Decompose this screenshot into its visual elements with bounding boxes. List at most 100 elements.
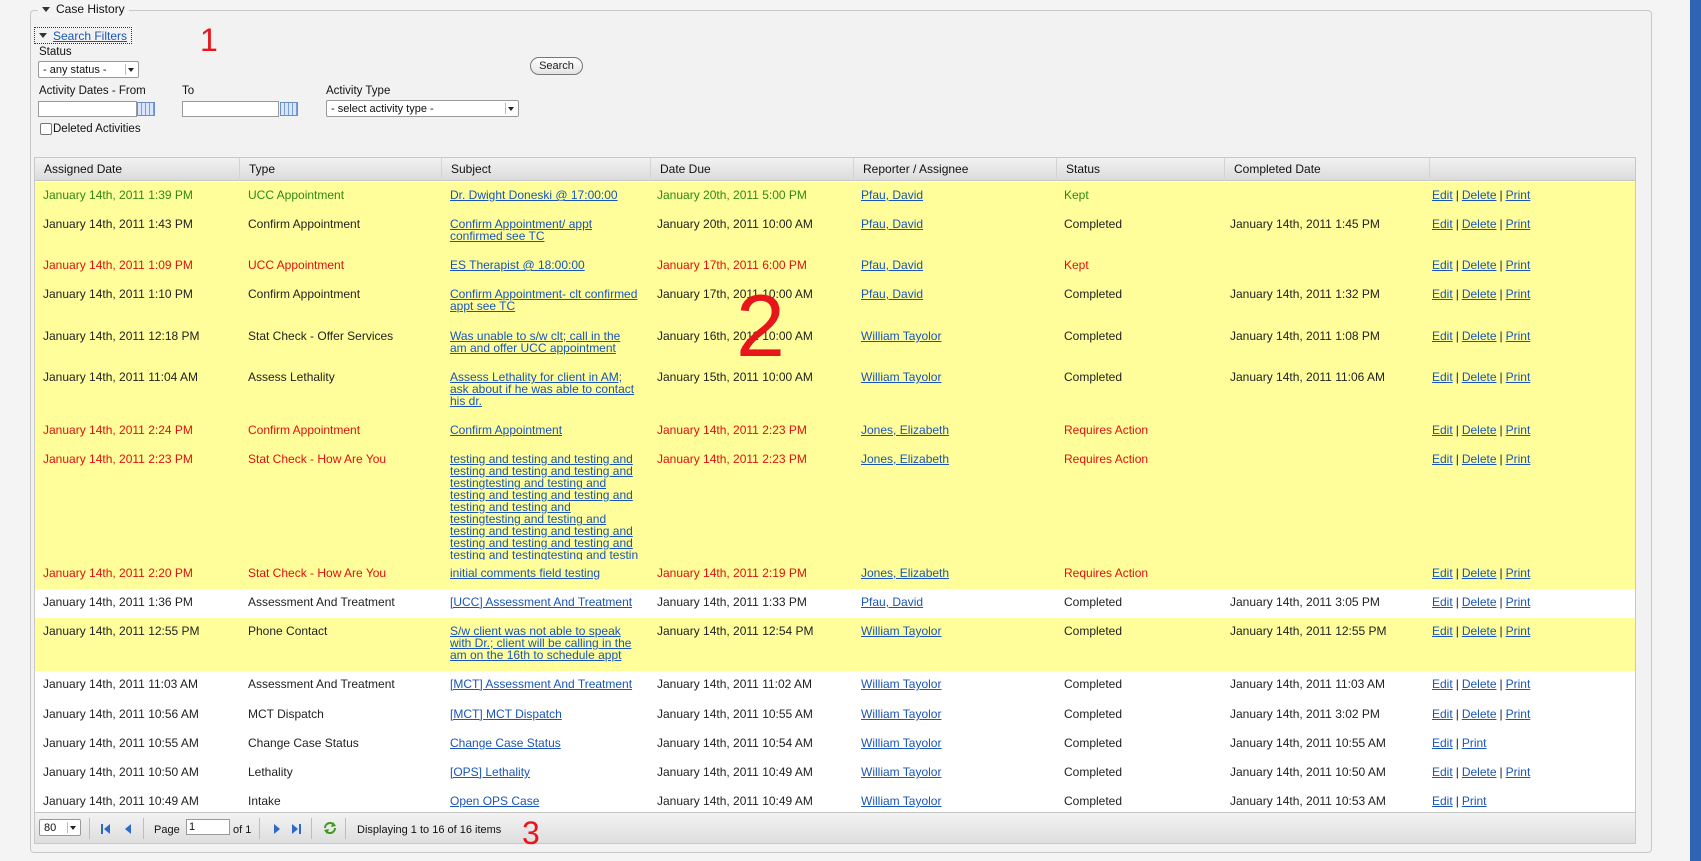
delete-link[interactable]: Delete bbox=[1462, 566, 1497, 580]
date-to-input[interactable] bbox=[182, 101, 279, 117]
reporter-link[interactable]: Pfau, David bbox=[861, 596, 923, 608]
calendar-icon[interactable] bbox=[280, 102, 298, 116]
print-link[interactable]: Print bbox=[1462, 736, 1487, 750]
reporter-link[interactable]: William Tayolor bbox=[861, 766, 941, 778]
subject-link[interactable]: Change Case Status bbox=[450, 737, 640, 749]
print-link[interactable]: Print bbox=[1506, 188, 1531, 202]
delete-link[interactable]: Delete bbox=[1462, 677, 1497, 691]
edit-link[interactable]: Edit bbox=[1432, 423, 1453, 437]
edit-link[interactable]: Edit bbox=[1432, 736, 1453, 750]
delete-link[interactable]: Delete bbox=[1462, 258, 1497, 272]
print-link[interactable]: Print bbox=[1506, 566, 1531, 580]
subject-link[interactable]: [OPS] Lethality bbox=[450, 766, 640, 778]
subject-link[interactable]: Assess Lethality for client in AM; ask a… bbox=[450, 371, 640, 407]
reporter-link[interactable]: Pfau, David bbox=[861, 218, 923, 230]
subject-link[interactable]: [UCC] Assessment And Treatment bbox=[450, 596, 640, 608]
subject-link[interactable]: [MCT] Assessment And Treatment bbox=[450, 678, 640, 690]
edit-link[interactable]: Edit bbox=[1432, 370, 1453, 384]
status-select[interactable]: - any status - bbox=[38, 61, 139, 78]
print-link[interactable]: Print bbox=[1506, 370, 1531, 384]
column-header-status[interactable]: Status bbox=[1057, 158, 1225, 181]
reporter-link[interactable]: Jones, Elizabeth bbox=[861, 424, 949, 436]
edit-link[interactable]: Edit bbox=[1432, 566, 1453, 580]
next-page-icon[interactable] bbox=[271, 823, 283, 835]
reporter-link[interactable]: William Tayolor bbox=[861, 330, 941, 342]
subject-link[interactable]: Was unable to s/w clt; call in the am an… bbox=[450, 330, 640, 354]
delete-link[interactable]: Delete bbox=[1462, 707, 1497, 721]
subject-link[interactable]: Confirm Appointment bbox=[450, 424, 640, 436]
subject-link[interactable]: Confirm Appointment- clt confirmed appt … bbox=[450, 288, 640, 312]
date-from-input[interactable] bbox=[38, 101, 137, 117]
activity-type-select[interactable]: - select activity type - bbox=[326, 100, 519, 117]
collapse-triangle-icon[interactable] bbox=[42, 6, 50, 12]
edit-link[interactable]: Edit bbox=[1432, 287, 1453, 301]
edit-link[interactable]: Edit bbox=[1432, 217, 1453, 231]
subject-link[interactable]: testing and testing and testing and test… bbox=[450, 453, 640, 561]
print-link[interactable]: Print bbox=[1506, 765, 1531, 779]
print-link[interactable]: Print bbox=[1506, 707, 1531, 721]
print-link[interactable]: Print bbox=[1506, 258, 1531, 272]
reporter-link[interactable]: William Tayolor bbox=[861, 625, 941, 637]
column-header-date-due[interactable]: Date Due bbox=[651, 158, 854, 181]
print-link[interactable]: Print bbox=[1506, 452, 1531, 466]
print-link[interactable]: Print bbox=[1506, 677, 1531, 691]
reporter-link[interactable]: William Tayolor bbox=[861, 371, 941, 383]
subject-link[interactable]: Confirm Appointment/ appt confirmed see … bbox=[450, 218, 640, 242]
subject-link[interactable]: [MCT] MCT Dispatch bbox=[450, 708, 640, 720]
edit-link[interactable]: Edit bbox=[1432, 329, 1453, 343]
print-link[interactable]: Print bbox=[1506, 217, 1531, 231]
print-link[interactable]: Print bbox=[1506, 595, 1531, 609]
edit-link[interactable]: Edit bbox=[1432, 765, 1453, 779]
subject-link[interactable]: ES Therapist @ 18:00:00 bbox=[450, 259, 640, 271]
column-header-completed-date[interactable]: Completed Date bbox=[1225, 158, 1430, 181]
delete-link[interactable]: Delete bbox=[1462, 765, 1497, 779]
reporter-link[interactable]: William Tayolor bbox=[861, 708, 941, 720]
delete-link[interactable]: Delete bbox=[1462, 370, 1497, 384]
edit-link[interactable]: Edit bbox=[1432, 188, 1453, 202]
delete-link[interactable]: Delete bbox=[1462, 624, 1497, 638]
subject-link[interactable]: S/w client was not able to speak with Dr… bbox=[450, 625, 640, 661]
edit-link[interactable]: Edit bbox=[1432, 794, 1453, 808]
print-link[interactable]: Print bbox=[1506, 287, 1531, 301]
edit-link[interactable]: Edit bbox=[1432, 452, 1453, 466]
reporter-link[interactable]: Pfau, David bbox=[861, 189, 923, 201]
page-size-select[interactable]: 80 bbox=[39, 819, 81, 836]
print-link[interactable]: Print bbox=[1506, 423, 1531, 437]
delete-link[interactable]: Delete bbox=[1462, 329, 1497, 343]
delete-link[interactable]: Delete bbox=[1462, 287, 1497, 301]
calendar-icon[interactable] bbox=[137, 102, 155, 116]
reporter-link[interactable]: Pfau, David bbox=[861, 259, 923, 271]
search-button[interactable]: Search bbox=[530, 57, 583, 75]
reporter-link[interactable]: Pfau, David bbox=[861, 288, 923, 300]
column-header-assigned-date[interactable]: Assigned Date bbox=[35, 158, 240, 181]
edit-link[interactable]: Edit bbox=[1432, 624, 1453, 638]
deleted-activities-checkbox[interactable] bbox=[40, 123, 52, 135]
first-page-icon[interactable] bbox=[101, 823, 113, 835]
delete-link[interactable]: Delete bbox=[1462, 452, 1497, 466]
column-header-subject[interactable]: Subject bbox=[442, 158, 651, 181]
print-link[interactable]: Print bbox=[1506, 624, 1531, 638]
subject-link[interactable]: initial comments field testing bbox=[450, 567, 640, 579]
subject-link[interactable]: Open OPS Case bbox=[450, 795, 640, 807]
subject-link[interactable]: Dr. Dwight Doneski @ 17:00:00 bbox=[450, 189, 640, 201]
reporter-link[interactable]: Jones, Elizabeth bbox=[861, 567, 949, 579]
delete-link[interactable]: Delete bbox=[1462, 188, 1497, 202]
reporter-link[interactable]: William Tayolor bbox=[861, 678, 941, 690]
delete-link[interactable]: Delete bbox=[1462, 423, 1497, 437]
case-history-legend[interactable]: Case History bbox=[38, 0, 129, 18]
reporter-link[interactable]: William Tayolor bbox=[861, 795, 941, 807]
page-number-input[interactable]: 1 bbox=[186, 819, 230, 835]
delete-link[interactable]: Delete bbox=[1462, 595, 1497, 609]
print-link[interactable]: Print bbox=[1462, 794, 1487, 808]
reporter-link[interactable]: Jones, Elizabeth bbox=[861, 453, 949, 465]
edit-link[interactable]: Edit bbox=[1432, 677, 1453, 691]
reporter-link[interactable]: William Tayolor bbox=[861, 737, 941, 749]
last-page-icon[interactable] bbox=[291, 823, 303, 835]
column-header-type[interactable]: Type bbox=[240, 158, 442, 181]
edit-link[interactable]: Edit bbox=[1432, 707, 1453, 721]
edit-link[interactable]: Edit bbox=[1432, 595, 1453, 609]
print-link[interactable]: Print bbox=[1506, 329, 1531, 343]
column-header-reporter-assignee[interactable]: Reporter / Assignee bbox=[854, 158, 1057, 181]
search-filters-toggle[interactable]: Search Filters bbox=[34, 27, 133, 44]
prev-page-icon[interactable] bbox=[123, 823, 135, 835]
